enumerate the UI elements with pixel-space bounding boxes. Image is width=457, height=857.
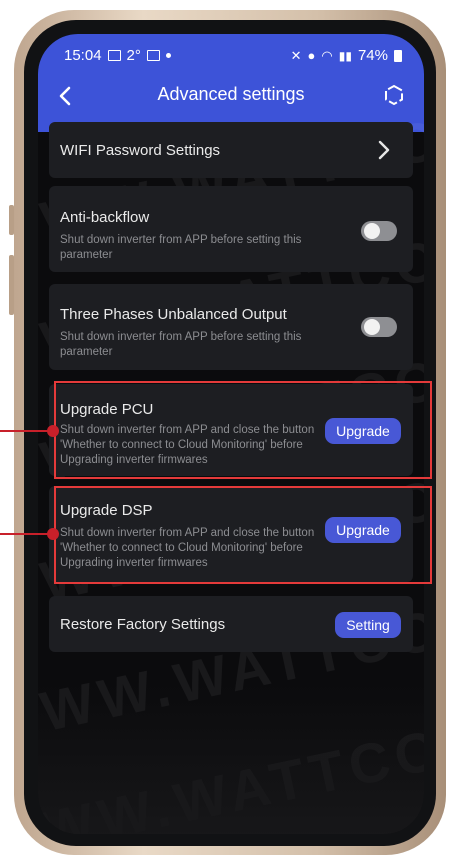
toggle-knob: [364, 223, 380, 239]
upgrade-pcu-highlight: [54, 381, 432, 479]
restore-factory-settings-item: Restore Factory Settings Setting: [49, 596, 413, 652]
pointer-dot: [47, 425, 59, 437]
location-icon: ●: [307, 48, 316, 63]
restore-factory-settings-button[interactable]: Setting: [335, 612, 401, 638]
gallery-icon: [107, 50, 121, 61]
bottom-fade: [38, 684, 424, 834]
three-phases-unbalanced-output-item: Three Phases Unbalanced Output Shut down…: [49, 284, 413, 370]
three-phases-unbalanced-output-label: Three Phases Unbalanced Output: [60, 306, 287, 323]
anti-backflow-item: Anti-backflow Shut down inverter from AP…: [49, 186, 413, 272]
side-button: [9, 205, 14, 235]
refresh-icon[interactable]: [380, 81, 408, 109]
battery-percent: 74%: [357, 47, 388, 64]
pointer-line: [0, 533, 52, 535]
three-phases-unbalanced-output-description: Shut down inverter from APP before setti…: [60, 331, 302, 358]
anti-backflow-label: Anti-backflow: [60, 209, 150, 226]
title-row: Advanced settings: [38, 78, 424, 118]
pointer-line: [0, 430, 52, 432]
upgrade-dsp-highlight: [54, 486, 432, 584]
three-phases-unbalanced-output-toggle[interactable]: [361, 317, 397, 337]
anti-backflow-toggle[interactable]: [361, 221, 397, 241]
wifi-icon: ◠: [321, 47, 333, 63]
toggle-knob: [364, 319, 380, 335]
signal-icon: ▮▮: [338, 48, 352, 63]
notification-dot-icon: [165, 53, 171, 58]
wifi-password-settings-label: WIFI Password Settings: [60, 142, 221, 159]
anti-backflow-description: Shut down inverter from APP before setti…: [60, 234, 302, 261]
page-title: Advanced settings: [157, 84, 305, 104]
status-bar: 15:04 2° ✕ ● ◠ ▮▮ 74%: [38, 34, 424, 78]
restore-factory-settings-label: Restore Factory Settings: [60, 616, 226, 633]
side-button: [9, 255, 14, 315]
app-bar: 15:04 2° ✕ ● ◠ ▮▮ 74% Advanced settings: [38, 34, 424, 132]
pointer-dot: [47, 528, 59, 540]
chevron-right-icon: [378, 140, 390, 160]
status-temp: 2°: [126, 47, 141, 64]
wifi-password-settings-item[interactable]: WIFI Password Settings: [49, 122, 413, 178]
battery-icon: [394, 49, 402, 62]
status-time: 15:04: [64, 47, 102, 64]
message-icon: [146, 50, 160, 61]
mute-icon: ✕: [290, 47, 302, 63]
